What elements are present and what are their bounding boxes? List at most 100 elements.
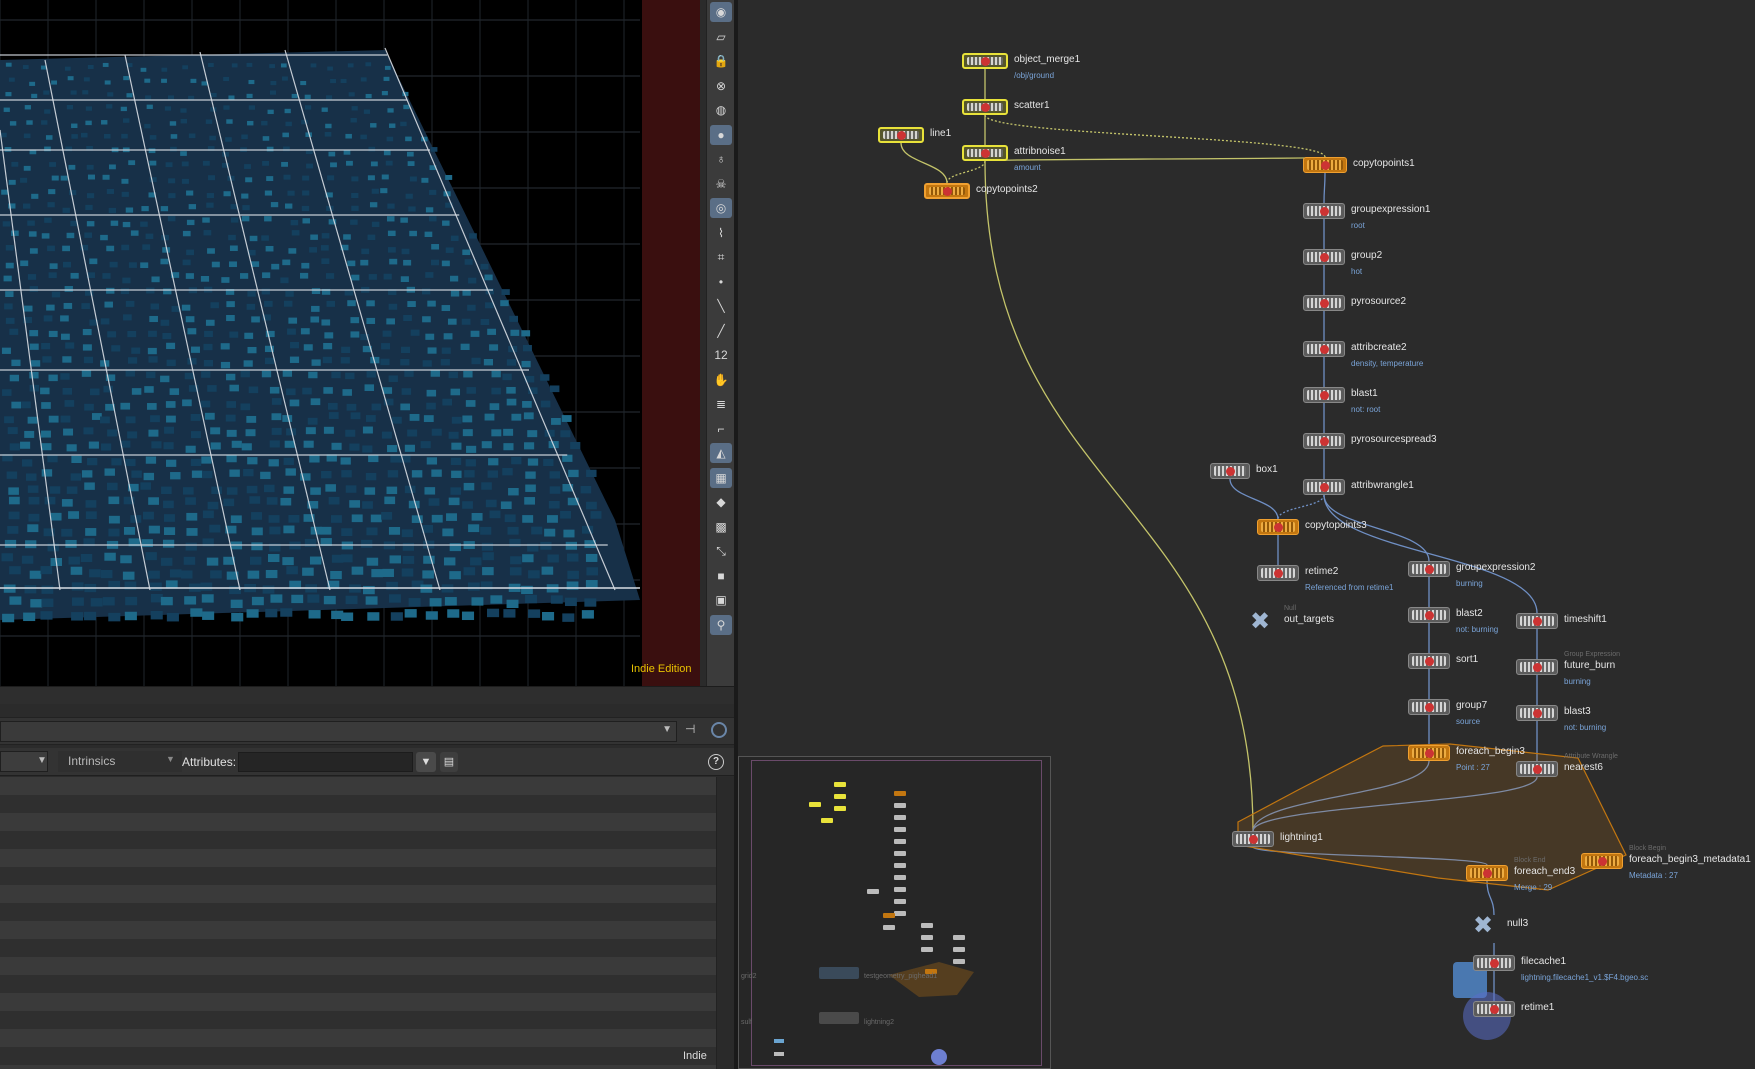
image-icon[interactable]: ▣: [710, 590, 732, 610]
brush-icon[interactable]: ⌇: [710, 223, 732, 243]
table-row[interactable]: [0, 1029, 716, 1047]
scene-viewport[interactable]: Indie Edition: [0, 0, 700, 686]
null-icon[interactable]: ✖: [1250, 607, 1270, 636]
node-future_burn[interactable]: [1516, 659, 1558, 675]
number-icon[interactable]: 12: [710, 345, 732, 365]
table-row[interactable]: [0, 795, 716, 813]
node-filecache1[interactable]: [1473, 955, 1515, 971]
node-type-icon: [1424, 564, 1434, 574]
hand-icon[interactable]: ✋: [710, 370, 732, 390]
node-timeshift1[interactable]: [1516, 613, 1558, 629]
node-object_merge1[interactable]: [962, 53, 1008, 69]
table-row[interactable]: [0, 921, 716, 939]
node-foreach_end3[interactable]: [1466, 865, 1508, 881]
node-attribwrangle1[interactable]: [1303, 479, 1345, 495]
filter-icon[interactable]: ▼: [416, 752, 436, 772]
network-minimap[interactable]: grid2 testgeometry_pighead1 lightning2 s…: [738, 756, 1051, 1069]
node-copytopoints1[interactable]: [1303, 157, 1347, 173]
node-pyrosourcespread3[interactable]: [1303, 433, 1345, 449]
camera-icon[interactable]: ◎: [710, 198, 732, 218]
dot-icon[interactable]: •: [710, 272, 732, 292]
stack-icon[interactable]: ≣: [710, 394, 732, 414]
skull-icon[interactable]: ☠: [710, 174, 732, 194]
scatter-box: [147, 347, 157, 355]
node-group7[interactable]: [1408, 699, 1450, 715]
table-row[interactable]: [0, 993, 716, 1011]
node-nearest6[interactable]: [1516, 761, 1558, 777]
node-foreach_begin3[interactable]: [1408, 745, 1450, 761]
node-path-select[interactable]: ▼: [0, 721, 677, 742]
table-row[interactable]: [0, 885, 716, 903]
geometry-spreadsheet[interactable]: [0, 777, 716, 1069]
attributes-filter-input[interactable]: [238, 752, 413, 772]
table-row[interactable]: [0, 867, 716, 885]
scatter-box: [265, 608, 278, 618]
node-groupexpression2[interactable]: [1408, 561, 1450, 577]
viewport-canvas[interactable]: [0, 0, 700, 686]
table-row[interactable]: [0, 1011, 716, 1029]
node-lightning1[interactable]: [1232, 831, 1274, 847]
node-copytopoints3[interactable]: [1257, 519, 1299, 535]
pin-icon[interactable]: ⚲: [710, 614, 732, 635]
node-scatter1[interactable]: [962, 99, 1008, 115]
node-type-icon: [1225, 466, 1235, 476]
scatter-box: [406, 151, 414, 157]
pin-icon[interactable]: ⊣: [685, 722, 695, 736]
node-box1[interactable]: [1210, 463, 1250, 479]
node-type-icon: [1482, 868, 1492, 878]
bulb-icon[interactable]: ♁: [710, 149, 732, 169]
help-icon[interactable]: ?: [708, 754, 724, 770]
table-row[interactable]: [0, 813, 716, 831]
network-editor[interactable]: object_merge1/obj/ground scatter1 line1 att…: [738, 0, 1755, 1069]
eye-icon[interactable]: ◉: [710, 2, 732, 22]
chevron-down-icon[interactable]: ▼: [166, 754, 175, 764]
table-row[interactable]: [0, 903, 716, 921]
table-row[interactable]: [0, 975, 716, 993]
pencil-icon[interactable]: ╲: [710, 296, 732, 316]
checker-icon[interactable]: ▦: [710, 467, 732, 488]
table-row[interactable]: [0, 831, 716, 849]
node-groupexpression1[interactable]: [1303, 203, 1345, 219]
node-blast2[interactable]: [1408, 607, 1450, 623]
node-sort1[interactable]: [1408, 653, 1450, 669]
light-icon[interactable]: ●: [710, 124, 732, 145]
sphere-icon[interactable]: ◍: [710, 100, 732, 120]
node-retime1[interactable]: [1473, 1001, 1515, 1017]
scatter-box: [40, 430, 51, 438]
node-blast3[interactable]: [1516, 705, 1558, 721]
snap-icon[interactable]: ⊗: [710, 76, 732, 96]
display-icon[interactable]: ◭: [710, 443, 732, 463]
lock-icon[interactable]: 🔒: [710, 51, 732, 71]
node-foreach_begin3_metadata1[interactable]: [1581, 853, 1623, 869]
intrinsics-tab[interactable]: Intrinsics: [58, 751, 182, 772]
node-retime2[interactable]: [1257, 565, 1299, 581]
pen-icon[interactable]: ╱: [710, 321, 732, 341]
node-line1[interactable]: [878, 127, 924, 143]
scatter-box: [525, 594, 537, 604]
square-icon[interactable]: ■: [710, 566, 732, 586]
flow-icon[interactable]: ▩: [710, 517, 732, 537]
node-group2[interactable]: [1303, 249, 1345, 265]
spreadsheet-scrollbar[interactable]: [716, 777, 734, 1069]
table-row[interactable]: [0, 957, 716, 975]
table-row[interactable]: [0, 1047, 716, 1065]
table-row[interactable]: [0, 939, 716, 957]
node-copytopoints2[interactable]: [924, 183, 970, 199]
globe-icon[interactable]: [711, 722, 727, 738]
node-attribcreate2[interactable]: [1303, 341, 1345, 357]
table-row[interactable]: [0, 849, 716, 867]
null-icon[interactable]: ✖: [1473, 911, 1493, 940]
select-icon[interactable]: ▱: [710, 27, 732, 47]
node-blast1[interactable]: [1303, 387, 1345, 403]
scatter-box: [223, 498, 235, 507]
node-attribnoise1[interactable]: [962, 145, 1008, 161]
tangent-icon[interactable]: ⤡: [710, 541, 732, 561]
paint-icon[interactable]: ⌗: [710, 247, 732, 267]
node-pyrosource2[interactable]: [1303, 295, 1345, 311]
table-row[interactable]: [0, 777, 716, 795]
table-row[interactable]: [0, 1065, 716, 1069]
diamond-icon[interactable]: ◆: [710, 492, 732, 512]
component-select[interactable]: ▼: [0, 751, 48, 772]
filter-options-icon[interactable]: ▤: [440, 752, 458, 772]
corner-icon[interactable]: ⌐: [710, 419, 732, 439]
